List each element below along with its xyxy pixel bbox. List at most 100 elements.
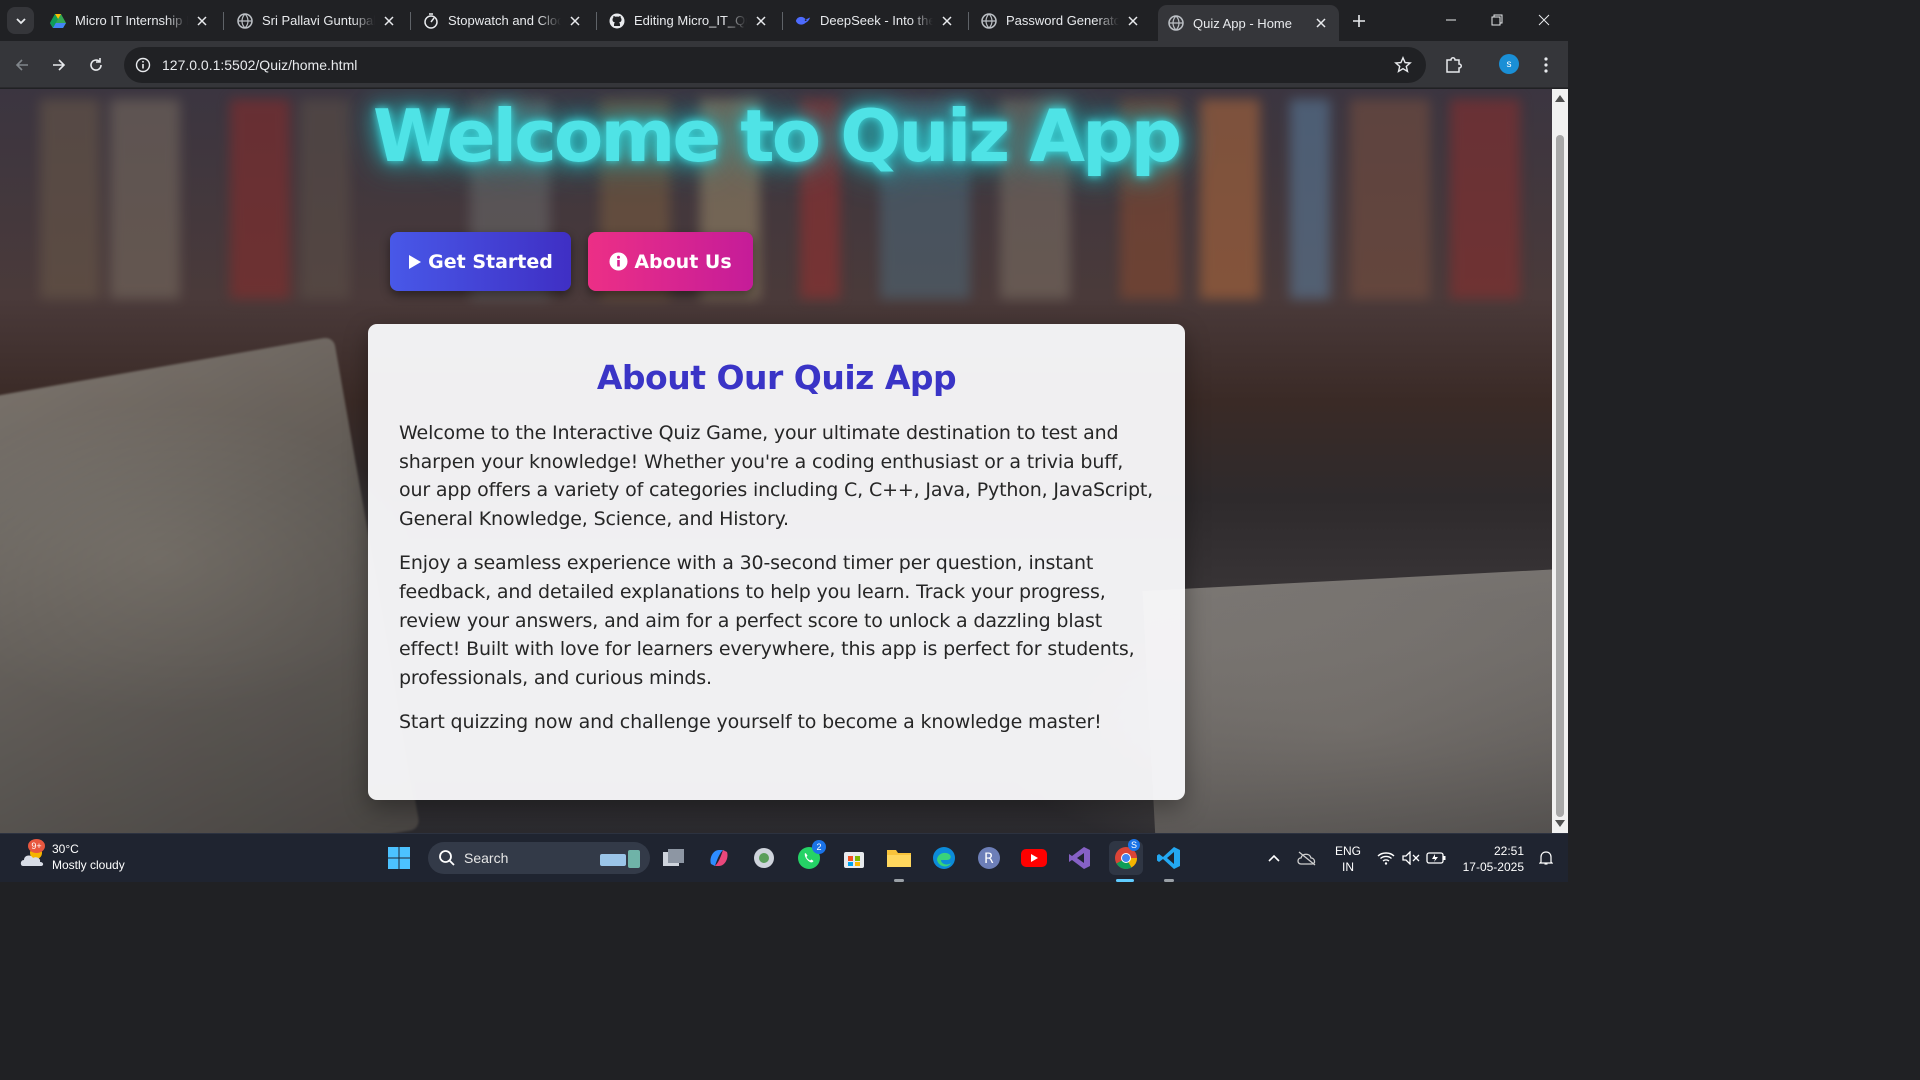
scroll-thumb[interactable] xyxy=(1556,135,1564,817)
battery-charging-icon xyxy=(1426,852,1446,864)
close-icon[interactable] xyxy=(567,13,583,29)
windows-logo-icon xyxy=(388,847,410,869)
taskbar-search[interactable]: Search xyxy=(428,842,650,874)
close-icon[interactable] xyxy=(1313,15,1329,31)
running-indicator xyxy=(894,879,904,882)
minimize-button[interactable] xyxy=(1436,6,1466,34)
page-viewport: Welcome to Quiz App Get Started About Us… xyxy=(0,89,1552,833)
chevron-up-icon xyxy=(1268,854,1280,862)
tab-search-button[interactable] xyxy=(7,7,34,34)
language-indicator[interactable]: ENG IN xyxy=(1332,843,1364,875)
taskbar-visual-studio[interactable] xyxy=(1064,843,1094,873)
about-paragraph: Enjoy a seamless experience with a 30-se… xyxy=(399,552,1135,689)
github-icon xyxy=(609,13,625,29)
taskbar-microsoft-store[interactable] xyxy=(839,843,869,873)
scroll-up-icon[interactable] xyxy=(1555,93,1565,103)
tab-strip: Micro IT Internship Program Sri Pallavi … xyxy=(0,0,1568,41)
hero-title: Welcome to Quiz App xyxy=(372,94,1182,178)
notebook-background xyxy=(1142,567,1552,833)
about-us-button[interactable]: About Us xyxy=(588,232,753,291)
tab-password-generator[interactable]: Password Generator xyxy=(971,5,1151,36)
get-started-label: Get Started xyxy=(428,250,553,273)
taskbar-file-explorer[interactable] xyxy=(884,843,914,873)
weather-badge: 9+ xyxy=(28,839,45,853)
arrow-left-icon xyxy=(15,59,28,71)
tab-title: Password Generator xyxy=(1006,13,1119,28)
tab-separator xyxy=(782,12,783,30)
store-icon xyxy=(844,852,864,868)
close-icon[interactable] xyxy=(381,13,397,29)
tab-micro-it-internship[interactable]: Micro IT Internship Program xyxy=(40,5,220,36)
running-indicator xyxy=(1164,879,1174,882)
close-icon[interactable] xyxy=(939,13,955,29)
restore-button[interactable] xyxy=(1482,6,1512,34)
url-text[interactable]: 127.0.0.1:5502/Quiz/home.html xyxy=(162,57,357,73)
profile-avatar[interactable]: s xyxy=(1499,54,1519,74)
weather-temperature: 30°C xyxy=(52,842,79,856)
tab-deepseek[interactable]: DeepSeek - Into the Unknown xyxy=(785,5,965,36)
tray-battery[interactable] xyxy=(1424,843,1448,873)
visual-studio-icon xyxy=(1069,847,1090,869)
taskbar-chrome[interactable]: S xyxy=(1109,839,1143,875)
taskbar-youtube[interactable] xyxy=(1019,843,1049,873)
bookmark-star-icon[interactable] xyxy=(1394,56,1412,74)
weather-widget[interactable]: 9+ 30°C Mostly cloudy xyxy=(18,839,125,873)
tab-editing-micro-it-quiz[interactable]: Editing Micro_IT_Quiz xyxy=(599,5,779,36)
address-bar[interactable]: 127.0.0.1:5502/Quiz/home.html xyxy=(124,47,1426,83)
open-book-background xyxy=(0,336,421,833)
wifi-icon xyxy=(1377,852,1395,865)
taskbar-vscode[interactable] xyxy=(1154,843,1184,873)
close-window-button[interactable] xyxy=(1529,6,1559,34)
tab-sri-pallavi[interactable]: Sri Pallavi Guntupalli xyxy=(227,5,407,36)
show-hidden-icons[interactable] xyxy=(1262,843,1286,873)
vertical-scrollbar[interactable] xyxy=(1552,89,1568,833)
taskbar-r-app[interactable]: R xyxy=(974,843,1004,873)
task-view-icon xyxy=(663,849,684,866)
browser-app-icon xyxy=(754,848,774,868)
taskbar-chrome-profile[interactable] xyxy=(749,843,779,873)
more-menu-icon[interactable] xyxy=(1536,54,1556,76)
tab-title: Stopwatch and Clock xyxy=(448,13,561,28)
get-started-button[interactable]: Get Started xyxy=(390,232,571,291)
search-label: Search xyxy=(464,850,509,866)
about-card: About Our Quiz App Welcome to the Intera… xyxy=(368,324,1185,800)
globe-icon xyxy=(237,12,253,29)
notification-center[interactable] xyxy=(1536,843,1556,873)
tab-title: DeepSeek - Into the Unknown xyxy=(820,13,933,28)
site-info-icon[interactable] xyxy=(126,47,160,83)
language-line1: ENG xyxy=(1334,844,1361,858)
r-app-icon: R xyxy=(978,847,1000,869)
start-button[interactable] xyxy=(384,843,414,873)
tray-volume[interactable] xyxy=(1399,843,1423,873)
tray-onedrive[interactable] xyxy=(1294,843,1320,873)
close-icon[interactable] xyxy=(194,13,210,29)
about-paragraph: Welcome to the Interactive Quiz Game, yo… xyxy=(399,422,1154,530)
forward-button[interactable] xyxy=(45,51,73,79)
taskbar-task-view[interactable] xyxy=(659,843,689,873)
tab-separator xyxy=(596,12,597,30)
taskbar-copilot[interactable] xyxy=(704,843,734,873)
browser-toolbar: 127.0.0.1:5502/Quiz/home.html s xyxy=(0,41,1568,88)
youtube-icon xyxy=(1021,849,1047,867)
tray-wifi[interactable] xyxy=(1374,843,1398,873)
clock-date: 17-05-2025 xyxy=(1462,860,1524,874)
taskbar-whatsapp[interactable]: 2 xyxy=(794,840,826,873)
clock-time: 22:51 xyxy=(1493,844,1524,858)
weather-condition: Mostly cloudy xyxy=(52,858,125,872)
tab-quiz-app-home[interactable]: Quiz App - Home xyxy=(1158,5,1339,41)
system-clock[interactable]: 22:51 17-05-2025 xyxy=(1456,843,1524,875)
taskbar-edge[interactable] xyxy=(929,843,959,873)
close-icon[interactable] xyxy=(1125,13,1141,29)
new-tab-button[interactable] xyxy=(1346,8,1372,34)
close-icon[interactable] xyxy=(753,13,769,29)
scroll-down-icon[interactable] xyxy=(1555,819,1565,829)
reload-button[interactable] xyxy=(82,51,110,79)
extensions-puzzle-icon[interactable] xyxy=(1443,54,1465,76)
back-button[interactable] xyxy=(8,51,36,79)
globe-icon xyxy=(1168,15,1184,31)
tab-title: Editing Micro_IT_Quiz xyxy=(634,13,747,28)
tab-separator xyxy=(223,12,224,30)
minimize-icon xyxy=(1446,19,1456,21)
tab-stopwatch-and-clock[interactable]: Stopwatch and Clock xyxy=(413,5,593,36)
bell-icon xyxy=(1539,851,1553,865)
